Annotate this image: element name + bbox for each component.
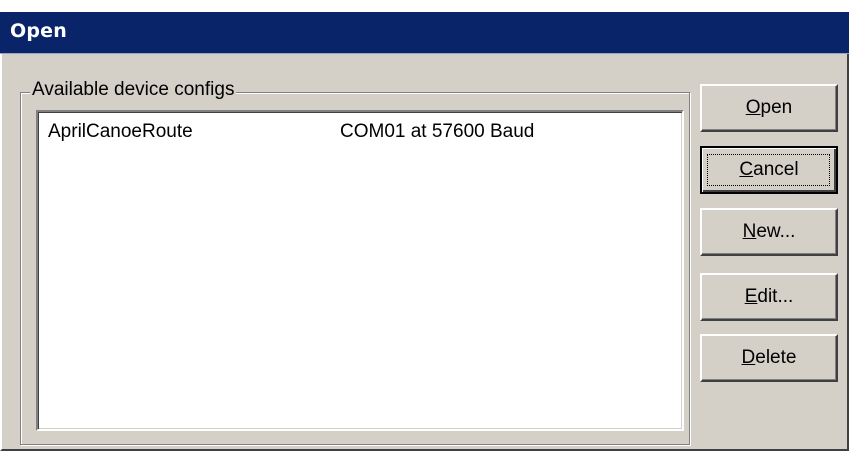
- cancel-button[interactable]: Cancel: [700, 146, 838, 194]
- new-button-label: New...: [742, 221, 796, 242]
- group-label: Available device configs: [30, 78, 237, 102]
- edit-button-label: Edit...: [744, 286, 794, 307]
- delete-button-label: Delete: [741, 347, 797, 368]
- list-item[interactable]: AprilCanoeRoute COM01 at 57600 Baud: [44, 118, 664, 146]
- background-strip: [0, 0, 849, 12]
- edit-button[interactable]: Edit...: [700, 273, 838, 321]
- device-config-list[interactable]: AprilCanoeRoute COM01 at 57600 Baud: [36, 110, 684, 431]
- open-button[interactable]: Open: [700, 84, 838, 132]
- new-button[interactable]: New...: [700, 208, 838, 256]
- delete-button[interactable]: Delete: [700, 334, 838, 382]
- cancel-button-label: Cancel: [739, 159, 799, 180]
- open-button-label: Open: [745, 97, 793, 118]
- title-bar[interactable]: Open: [0, 12, 849, 54]
- config-port: COM01 at 57600 Baud: [340, 121, 535, 142]
- window-title: Open: [10, 20, 67, 42]
- config-name: AprilCanoeRoute: [48, 121, 193, 142]
